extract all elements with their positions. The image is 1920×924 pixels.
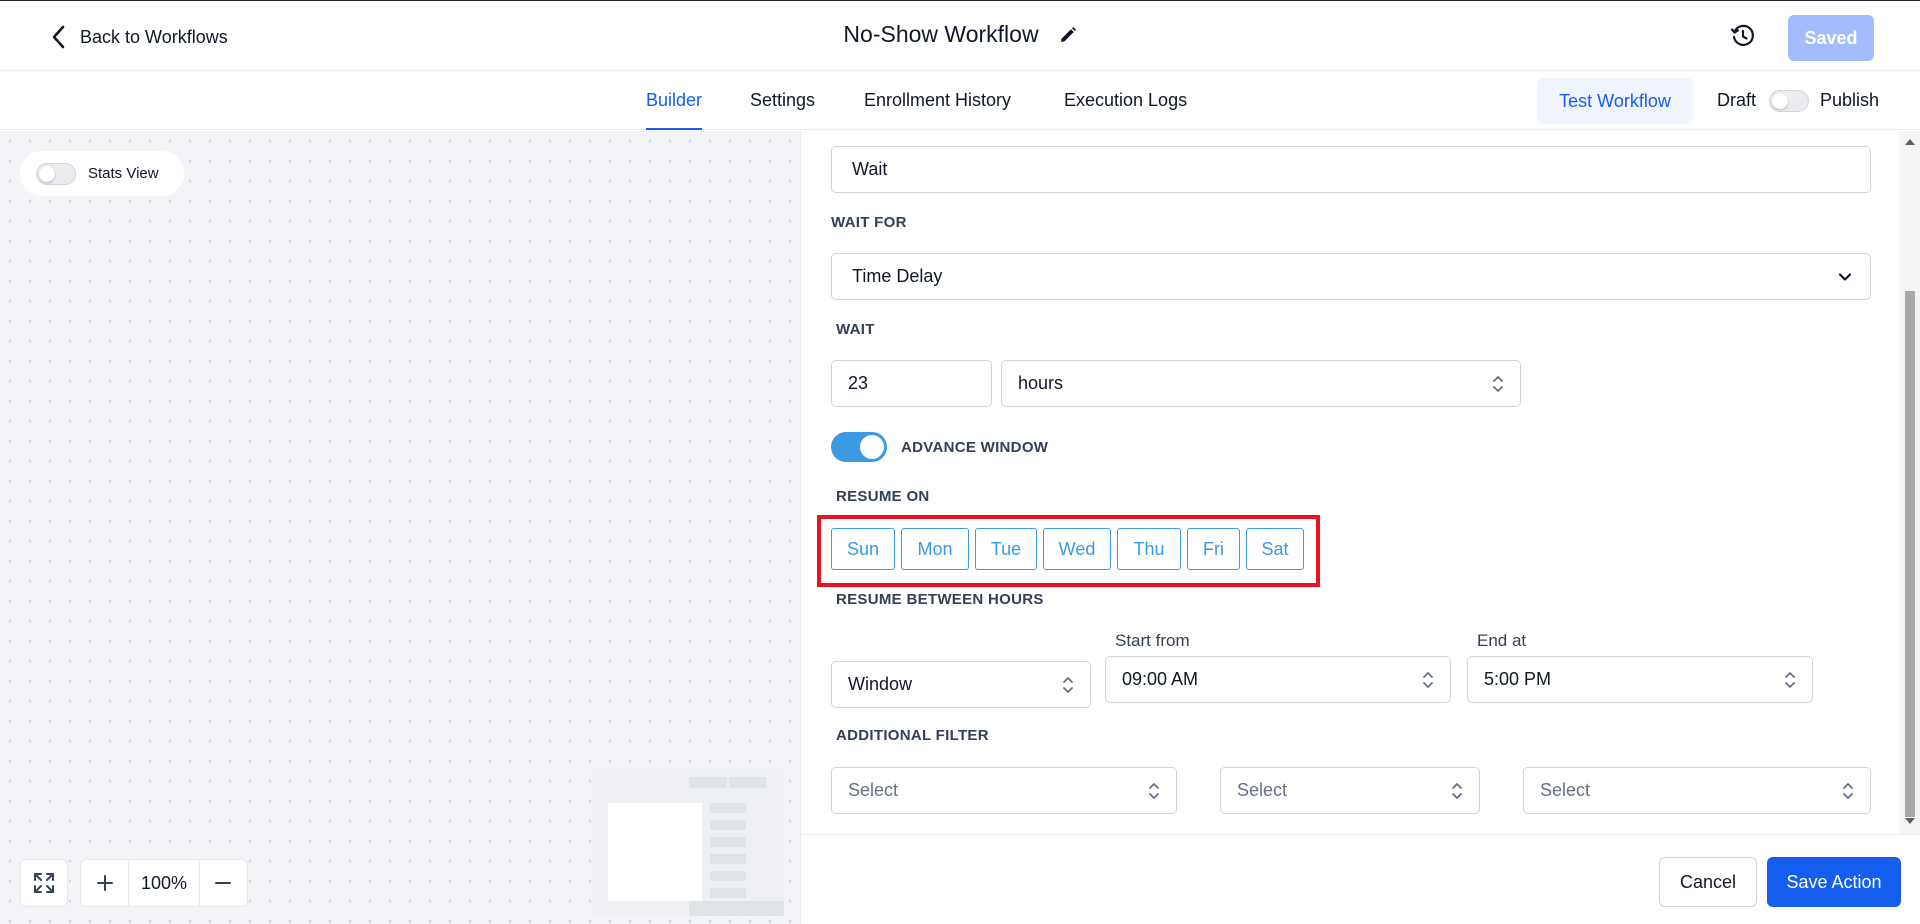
history-clock-icon[interactable] xyxy=(1730,23,1756,49)
fit-view-button[interactable] xyxy=(20,859,68,907)
zoom-level: 100% xyxy=(128,860,200,906)
advance-window-label: ADVANCE WINDOW xyxy=(901,439,1049,456)
chevron-left-icon xyxy=(52,25,65,49)
tab-enrollment-history[interactable]: Enrollment History xyxy=(864,90,1011,130)
workflow-title: No-Show Workflow xyxy=(843,21,1039,47)
workflow-canvas[interactable]: Stats View 100% xyxy=(0,131,800,924)
day-button-wed[interactable]: Wed xyxy=(1043,528,1111,570)
stats-view-label: Stats View xyxy=(88,165,159,182)
save-action-button[interactable]: Save Action xyxy=(1767,857,1901,907)
start-time-value: 09:00 AM xyxy=(1122,669,1199,689)
scroll-up-arrow[interactable] xyxy=(1905,139,1915,145)
tabs-bar: Builder Settings Enrollment History Exec… xyxy=(0,72,1920,130)
minimap-viewport xyxy=(608,803,702,901)
day-button-tue[interactable]: Tue xyxy=(975,528,1037,570)
filter-select-3[interactable]: Select xyxy=(1523,767,1871,814)
wait-for-value: Time Delay xyxy=(852,266,943,286)
tab-settings[interactable]: Settings xyxy=(750,90,815,130)
publish-label: Publish xyxy=(1820,90,1880,110)
back-to-workflows-link[interactable]: Back to Workflows xyxy=(48,23,228,51)
action-config-panel: Wait WAIT FOR Time Delay WAIT 23 hours A… xyxy=(800,131,1920,924)
filter-select-3-value: Select xyxy=(1540,780,1591,800)
resume-on-label: RESUME ON xyxy=(836,488,930,505)
day-button-fri[interactable]: Fri xyxy=(1187,528,1240,570)
plus-icon xyxy=(96,875,113,891)
zoom-out-button[interactable] xyxy=(200,860,247,906)
start-from-label: Start from xyxy=(1115,631,1190,650)
scroll-down-arrow[interactable] xyxy=(1905,818,1915,824)
scroll-thumb[interactable] xyxy=(1905,291,1915,817)
filter-select-2-value: Select xyxy=(1237,780,1288,800)
additional-filter-label: ADDITIONAL FILTER xyxy=(836,727,989,744)
select-arrows-icon xyxy=(1063,676,1073,693)
toggle-knob xyxy=(1772,93,1788,109)
start-time-select[interactable]: 09:00 AM xyxy=(1105,656,1451,703)
select-arrows-icon xyxy=(1843,782,1853,799)
end-at-label: End at xyxy=(1477,631,1527,650)
toggle-knob xyxy=(860,435,884,459)
resume-days-group: Sun Mon Tue Wed Thu Fri Sat xyxy=(831,528,1304,570)
end-time-value: 5:00 PM xyxy=(1484,669,1552,689)
select-arrows-icon xyxy=(1452,782,1462,799)
resume-between-hours-label: RESUME BETWEEN HOURS xyxy=(836,591,1044,608)
workflow-title-group: No-Show Workflow xyxy=(843,21,1076,48)
day-button-thu[interactable]: Thu xyxy=(1117,528,1181,570)
select-arrows-icon xyxy=(1785,671,1795,688)
day-button-sun[interactable]: Sun xyxy=(831,528,895,570)
stats-view-control: Stats View xyxy=(20,151,184,196)
pencil-edit-icon[interactable] xyxy=(1059,26,1077,44)
end-time-select[interactable]: 5:00 PM xyxy=(1467,656,1813,703)
minimap[interactable] xyxy=(592,768,784,916)
zoom-in-button[interactable] xyxy=(81,860,128,906)
saved-button[interactable]: Saved xyxy=(1788,15,1874,61)
wait-unit-select[interactable]: hours xyxy=(1001,360,1521,407)
stats-view-toggle[interactable] xyxy=(36,162,76,185)
minus-icon xyxy=(215,882,232,884)
panel-footer: Cancel Save Action xyxy=(801,834,1920,924)
draft-label: Draft xyxy=(1717,90,1757,110)
chevron-down-icon xyxy=(1838,272,1852,281)
expand-icon xyxy=(34,873,54,893)
wait-amount-input[interactable]: 23 xyxy=(831,360,992,407)
day-button-mon[interactable]: Mon xyxy=(901,528,969,570)
day-button-sat[interactable]: Sat xyxy=(1246,528,1304,570)
filter-select-1-value: Select xyxy=(848,780,899,800)
filter-select-1[interactable]: Select xyxy=(831,767,1177,814)
filter-select-2[interactable]: Select xyxy=(1220,767,1480,814)
tab-execution-logs[interactable]: Execution Logs xyxy=(1064,90,1187,130)
wait-unit-value: hours xyxy=(1018,373,1064,393)
publish-toggle[interactable] xyxy=(1769,90,1809,112)
action-name-input[interactable]: Wait xyxy=(831,146,1871,193)
cancel-button[interactable]: Cancel xyxy=(1659,857,1757,907)
top-header: Back to Workflows No-Show Workflow Saved xyxy=(0,0,1920,71)
wait-for-select[interactable]: Time Delay xyxy=(831,253,1871,300)
back-label: Back to Workflows xyxy=(80,26,228,47)
select-arrows-icon xyxy=(1149,782,1159,799)
workflow-title-wrap: No-Show Workflow xyxy=(0,21,1920,48)
toggle-knob xyxy=(39,165,55,182)
resume-mode-select[interactable]: Window xyxy=(831,661,1091,708)
select-arrows-icon xyxy=(1423,671,1433,688)
zoom-controls: 100% xyxy=(80,859,248,907)
panel-scrollbar[interactable] xyxy=(1899,131,1920,834)
wait-label: WAIT xyxy=(836,321,875,338)
wait-for-label: WAIT FOR xyxy=(831,214,907,231)
resume-mode-value: Window xyxy=(848,674,913,694)
tab-builder[interactable]: Builder xyxy=(646,90,703,130)
advance-window-toggle[interactable] xyxy=(831,432,887,462)
select-arrows-icon xyxy=(1493,375,1503,392)
test-workflow-button[interactable]: Test Workflow xyxy=(1537,78,1693,124)
